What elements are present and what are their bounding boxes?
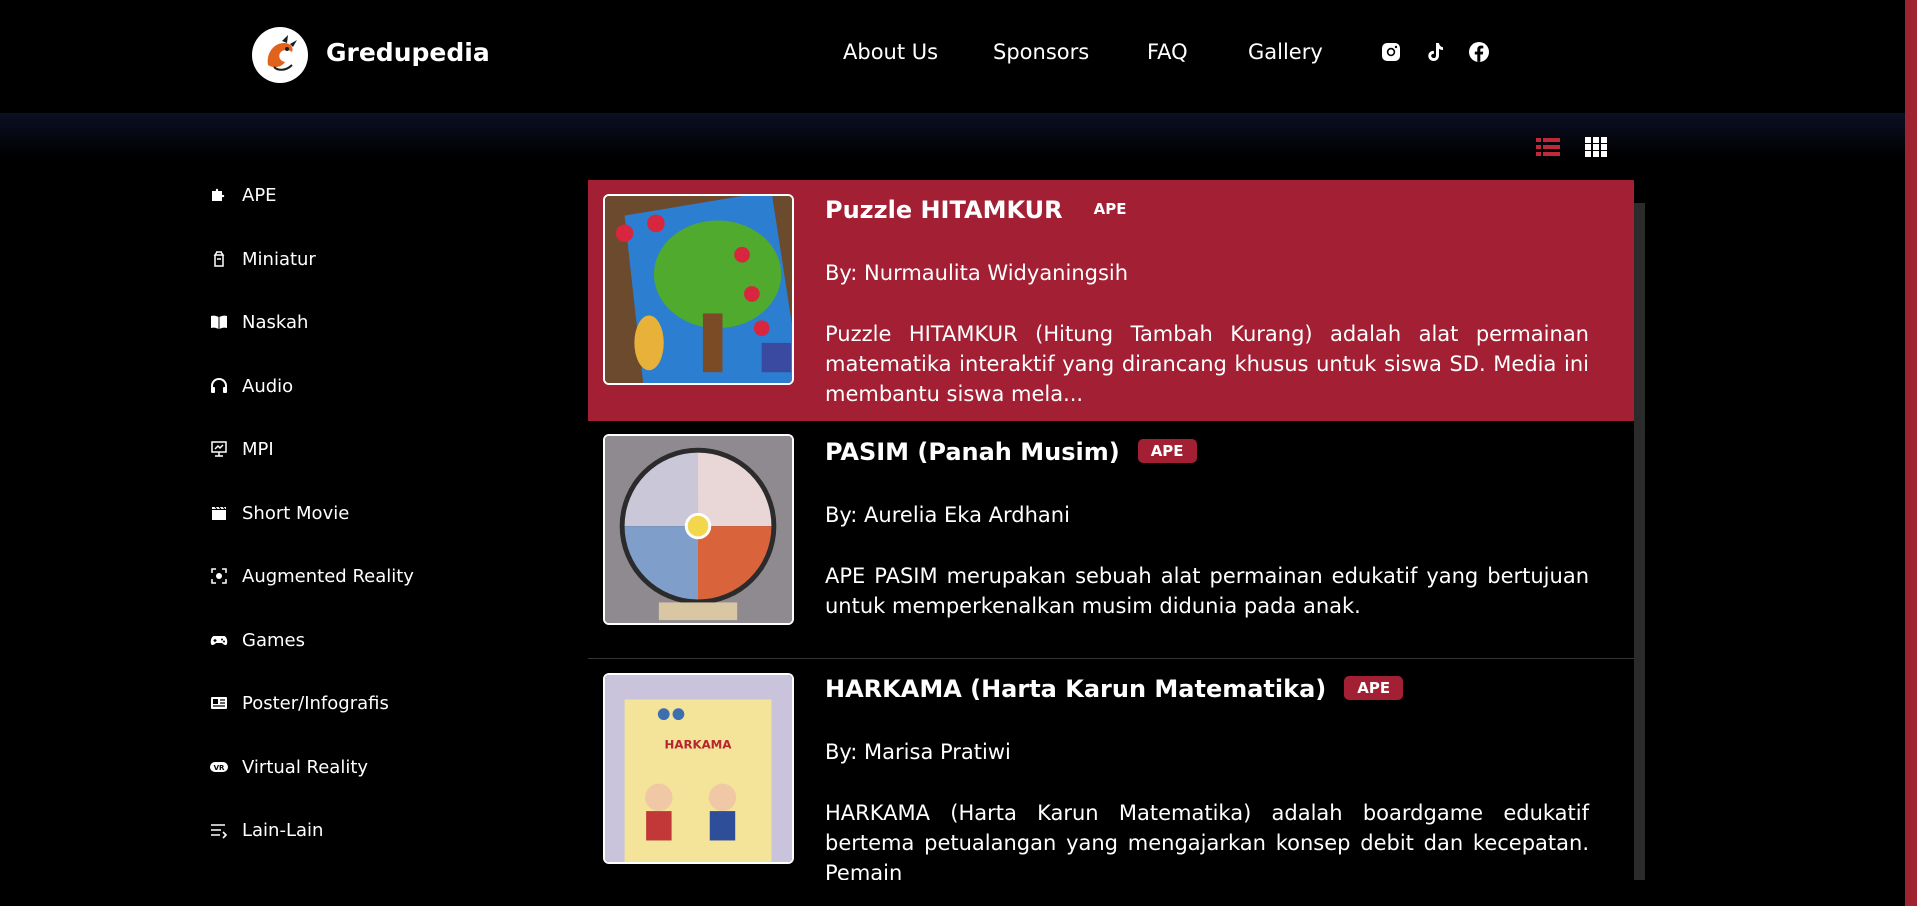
- nav-about-us[interactable]: About Us: [843, 40, 938, 64]
- sidebar-item-label: Audio: [242, 375, 294, 397]
- category-badge: APE: [1093, 200, 1127, 218]
- sidebar-item-label: APE: [242, 184, 277, 206]
- sidebar-item-audio[interactable]: Audio: [207, 366, 293, 406]
- item-description: HARKAMA (Harta Karun Matematika) adalah …: [825, 801, 1589, 880]
- item-title[interactable]: PASIM (Panah Musim): [825, 438, 1120, 466]
- sidebar-item-ape[interactable]: APE: [207, 175, 277, 215]
- book-icon: [207, 310, 231, 334]
- item-author: By: Nurmaulita Widyaningsih: [825, 261, 1129, 285]
- sidebar-item-naskah[interactable]: Naskah: [207, 302, 308, 342]
- poster-icon: [207, 691, 231, 715]
- headphones-icon: [207, 374, 231, 398]
- sidebar-item-label: Short Movie: [242, 502, 350, 524]
- nav-sponsors[interactable]: Sponsors: [993, 40, 1089, 64]
- ar-icon: [207, 564, 231, 588]
- sidebar-item-poster-infografis[interactable]: Poster/Infografis: [207, 683, 389, 723]
- sidebar-item-miniatur[interactable]: Miniatur: [207, 239, 316, 279]
- sidebar-item-virtual-reality[interactable]: VR Virtual Reality: [207, 747, 368, 787]
- sidebar-item-mpi[interactable]: MPI: [207, 429, 274, 469]
- item-title-row: PASIM (Panah Musim) APE: [825, 438, 1197, 466]
- thumbnail-harkama[interactable]: HARKAMA: [603, 673, 794, 864]
- item-title-row: HARKAMA (Harta Karun Matematika) APE: [825, 675, 1404, 703]
- thumbnail-pasim[interactable]: [603, 434, 794, 625]
- gredupedia-logo[interactable]: [252, 27, 308, 83]
- page-edge-strip: [1905, 0, 1917, 906]
- sidebar-item-label: Lain-Lain: [242, 819, 324, 841]
- thumbnail-puzzle-hitamkur[interactable]: [603, 194, 794, 385]
- board-game-box-image: HARKAMA: [605, 675, 792, 862]
- item-description: APE PASIM merupakan sebuah alat permaina…: [825, 564, 1589, 618]
- item-title[interactable]: Puzzle HITAMKUR: [825, 196, 1063, 224]
- item-title-row: Puzzle HITAMKUR APE: [825, 196, 1139, 224]
- brand-name[interactable]: Gredupedia: [326, 38, 490, 67]
- nav-faq[interactable]: FAQ: [1147, 40, 1188, 64]
- grid-view-icon[interactable]: [1582, 134, 1610, 160]
- dragon-logo-icon: [253, 28, 307, 82]
- list-more-icon: [207, 818, 231, 842]
- lantern-icon: [207, 247, 231, 271]
- instagram-icon[interactable]: [1379, 40, 1403, 64]
- item-author: By: Aurelia Eka Ardhani: [825, 503, 1070, 527]
- category-badge: APE: [1344, 676, 1404, 700]
- puzzle-tree-image: [605, 196, 792, 383]
- list-item[interactable]: HARKAMA HARKAMA (Harta Karun Matematika)…: [588, 659, 1634, 880]
- list-view-icon[interactable]: [1534, 134, 1562, 160]
- clapperboard-icon: [207, 501, 231, 525]
- list-item[interactable]: PASIM (Panah Musim) APE By: Aurelia Eka A…: [588, 421, 1634, 639]
- item-title[interactable]: HARKAMA (Harta Karun Matematika): [825, 675, 1326, 703]
- header-shadow: [0, 113, 1905, 158]
- list-scrollbar[interactable]: [1634, 203, 1645, 880]
- sidebar-item-label: Games: [242, 629, 305, 651]
- category-badge: APE: [1137, 439, 1197, 463]
- puzzle-icon: [207, 183, 231, 207]
- tiktok-icon[interactable]: [1423, 40, 1447, 64]
- sidebar-item-label: Poster/Infografis: [242, 692, 389, 714]
- sidebar-item-games[interactable]: Games: [207, 620, 305, 660]
- sidebar-item-label: Virtual Reality: [242, 756, 369, 778]
- harkama-box-text: HARKAMA: [665, 737, 733, 751]
- sidebar-item-label: Miniatur: [242, 248, 316, 270]
- sidebar-item-augmented-reality[interactable]: Augmented Reality: [207, 556, 414, 596]
- top-navbar: Gredupedia About Us Sponsors FAQ Gallery: [0, 0, 1905, 113]
- item-description: Puzzle HITAMKUR (Hitung Tambah Kurang) a…: [825, 322, 1589, 406]
- svg-text:VR: VR: [214, 764, 225, 772]
- season-wheel-image: [605, 436, 792, 623]
- item-author: By: Marisa Pratiwi: [825, 740, 1011, 764]
- vr-icon: VR: [207, 755, 231, 779]
- sidebar-item-label: MPI: [242, 438, 274, 460]
- monitor-icon: [207, 437, 231, 461]
- sidebar-item-short-movie[interactable]: Short Movie: [207, 493, 349, 533]
- gamepad-icon: [207, 628, 231, 652]
- facebook-icon[interactable]: [1467, 40, 1491, 64]
- sidebar-item-lain-lain[interactable]: Lain-Lain: [207, 810, 323, 850]
- list-item[interactable]: Puzzle HITAMKUR APE By: Nurmaulita Widyan…: [588, 180, 1634, 421]
- nav-gallery[interactable]: Gallery: [1248, 40, 1323, 64]
- content-list: Puzzle HITAMKUR APE By: Nurmaulita Widyan…: [588, 180, 1646, 880]
- sidebar-item-label: Naskah: [242, 311, 309, 333]
- sidebar-item-label: Augmented Reality: [242, 565, 414, 587]
